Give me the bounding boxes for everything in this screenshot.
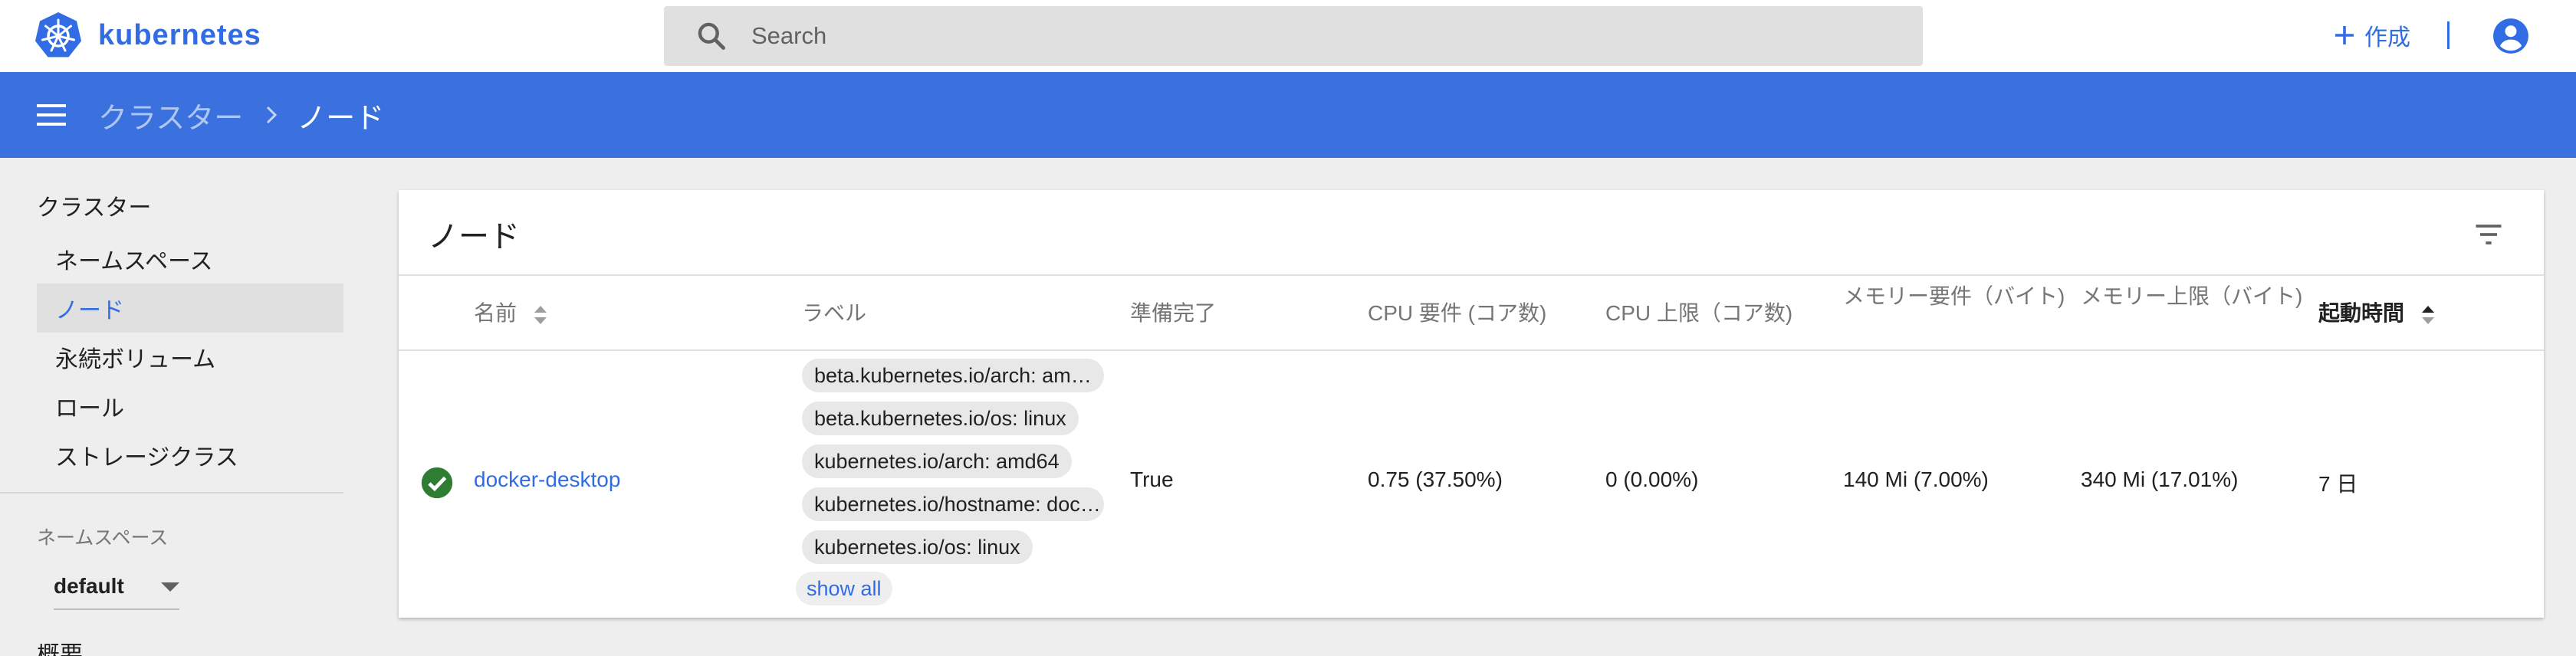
column-header-memory-requests: メモリー要件（バイト) bbox=[1843, 284, 2065, 308]
label-chip: beta.kubernetes.io/arch: am… bbox=[802, 359, 1104, 392]
sidebar-item-nodes[interactable]: ノード bbox=[37, 284, 343, 333]
card-header-divider bbox=[399, 274, 2544, 276]
column-header-name[interactable]: 名前 bbox=[474, 299, 549, 328]
nodes-card: ノード 名前 ラベル 準備完了 CPU 要件 (コア数) CPU 上限（コア数)… bbox=[399, 190, 2544, 618]
column-header-memory-limits: メモリー上限（バイト) bbox=[2081, 284, 2303, 308]
breadcrumb: クラスター ノード bbox=[98, 95, 384, 135]
node-name-link[interactable]: docker-desktop bbox=[474, 467, 620, 492]
label-chip: kubernetes.io/hostname: doc… bbox=[802, 487, 1104, 521]
node-ready: True bbox=[1130, 467, 1174, 491]
action-bar bbox=[0, 72, 2576, 158]
node-cpu-limits: 0 (0.00%) bbox=[1605, 467, 1699, 491]
label-chip: kubernetes.io/os: linux bbox=[802, 530, 1033, 564]
kubernetes-logo-icon bbox=[35, 12, 81, 57]
chevron-right-icon bbox=[267, 106, 278, 124]
node-age: 7 日 bbox=[2318, 472, 2358, 496]
plus-icon bbox=[2335, 26, 2354, 44]
breadcrumb-parent[interactable]: クラスター bbox=[98, 94, 243, 136]
namespace-value: default bbox=[54, 574, 124, 598]
sidebar-divider bbox=[0, 492, 343, 494]
breadcrumb-current: ノード bbox=[297, 102, 385, 135]
search-bar[interactable] bbox=[664, 6, 1923, 66]
sort-icon bbox=[2421, 305, 2434, 324]
sidebar: クラスター ネームスペース ノード 永続ボリューム ロール ストレージクラス ネ… bbox=[0, 158, 360, 656]
sidebar-item-namespaces[interactable]: ネームスペース bbox=[37, 235, 343, 284]
dropdown-arrow-icon bbox=[161, 582, 179, 592]
filter-icon[interactable] bbox=[2472, 218, 2505, 251]
node-memory-limits: 340 Mi (17.01%) bbox=[2081, 467, 2239, 491]
column-header-age-label: 起動時間 bbox=[2318, 301, 2405, 325]
node-memory-requests: 140 Mi (7.00%) bbox=[1843, 467, 1989, 491]
top-toolbar: kubernetes 作成 bbox=[0, 0, 2576, 72]
brand[interactable]: kubernetes bbox=[34, 11, 261, 60]
table-header-divider bbox=[399, 349, 2544, 351]
account-circle-icon[interactable] bbox=[2492, 17, 2530, 55]
column-header-ready: 準備完了 bbox=[1130, 301, 1217, 325]
node-cpu-requests: 0.75 (37.50%) bbox=[1368, 467, 1503, 491]
show-all-button[interactable]: show all bbox=[796, 572, 892, 605]
app-name: kubernetes bbox=[98, 18, 261, 51]
sidebar-item-overview[interactable]: 概要 bbox=[37, 644, 98, 656]
card-title: ノード bbox=[428, 220, 520, 254]
sidebar-item-storage-classes[interactable]: ストレージクラス bbox=[37, 431, 343, 480]
column-header-labels: ラベル bbox=[802, 301, 867, 325]
search-input[interactable] bbox=[751, 22, 1825, 50]
column-header-age[interactable]: 起動時間 bbox=[2318, 299, 2436, 328]
toolbar-divider bbox=[2447, 21, 2450, 49]
sidebar-item-persistent-volumes[interactable]: 永続ボリューム bbox=[37, 333, 343, 382]
label-chip: beta.kubernetes.io/os: linux bbox=[802, 402, 1079, 435]
column-header-cpu-limits: CPU 上限（コア数) bbox=[1605, 301, 1793, 325]
create-button-label: 作成 bbox=[2364, 25, 2410, 51]
menu-icon[interactable] bbox=[34, 100, 69, 130]
sort-icon bbox=[534, 305, 547, 324]
namespace-label: ネームスペース bbox=[37, 527, 169, 549]
sidebar-section-title[interactable]: クラスター bbox=[37, 189, 151, 222]
namespace-select[interactable]: default bbox=[54, 564, 179, 610]
label-chip: kubernetes.io/arch: amd64 bbox=[802, 444, 1072, 478]
check-circle-icon bbox=[421, 467, 453, 499]
search-icon bbox=[698, 22, 725, 50]
create-button[interactable]: 作成 bbox=[2331, 17, 2410, 54]
column-header-cpu-requests: CPU 要件 (コア数) bbox=[1368, 301, 1547, 325]
sidebar-item-roles[interactable]: ロール bbox=[37, 382, 343, 431]
column-header-name-label: 名前 bbox=[474, 301, 518, 325]
